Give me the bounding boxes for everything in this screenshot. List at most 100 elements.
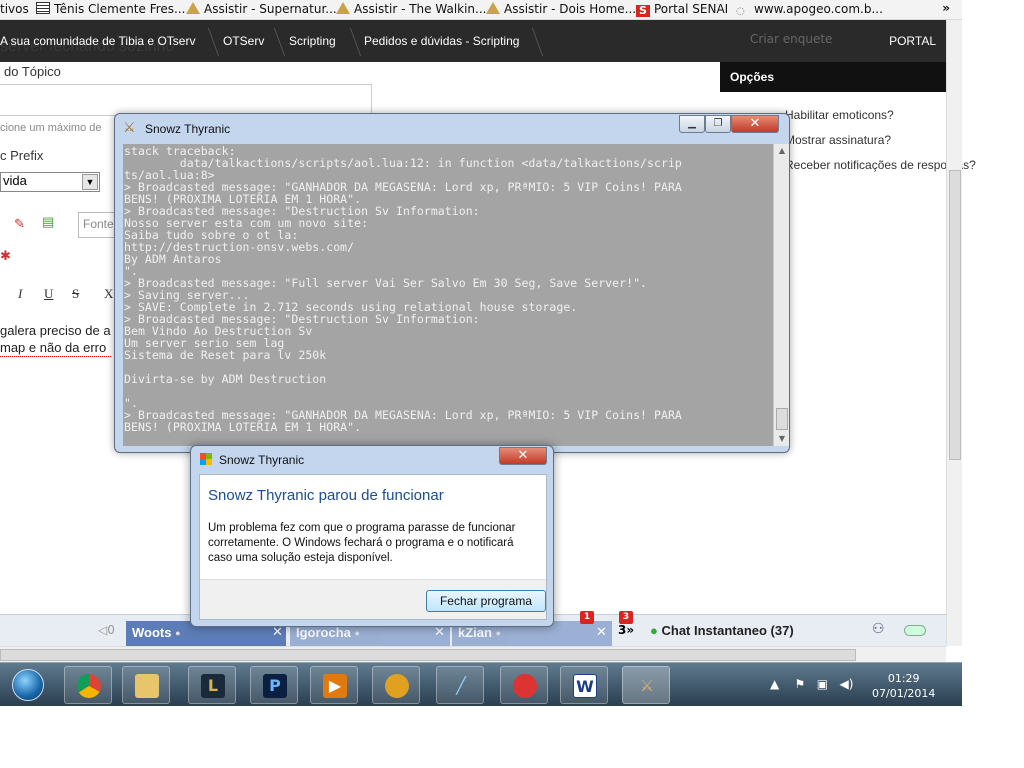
taskbar-chrome[interactable] bbox=[64, 666, 112, 704]
italic-button[interactable]: I bbox=[18, 286, 22, 302]
taskbar-league[interactable]: L bbox=[188, 666, 236, 704]
flag-icon[interactable]: ⚑ bbox=[795, 677, 806, 691]
pin-icon[interactable]: ✱ bbox=[0, 248, 11, 264]
bookmark-0[interactable]: tivos bbox=[0, 2, 29, 16]
bookmark-5[interactable]: S Portal SENAI bbox=[636, 2, 728, 17]
start-button[interactable] bbox=[8, 667, 48, 703]
scroll-thumb[interactable] bbox=[949, 170, 961, 460]
option-emoticons[interactable]: Habilitar emoticons? bbox=[785, 108, 894, 122]
breadcrumb-community[interactable]: A sua comunidade de Tibia e OTserv bbox=[0, 34, 195, 48]
clock[interactable]: 01:29 07/01/2014 bbox=[872, 671, 935, 701]
portal-link[interactable]: PORTAL bbox=[889, 34, 936, 48]
bookmark-label: Portal SENAI bbox=[654, 2, 729, 16]
volume-icon[interactable]: ◀) bbox=[840, 677, 854, 691]
bookmark-2[interactable]: Assistir - Supernatur... bbox=[186, 2, 337, 16]
close-icon[interactable]: ✕ bbox=[272, 625, 283, 640]
bookmark-3[interactable]: Assistir - The Walkin... bbox=[336, 2, 486, 16]
post-editor[interactable]: galera preciso de a map e não da erro bbox=[0, 322, 111, 357]
chevron-down-icon: ▼ bbox=[82, 174, 98, 190]
chrome-icon bbox=[77, 674, 101, 698]
taskbar-photoshop[interactable]: P bbox=[250, 666, 298, 704]
close-button[interactable]: ✕ bbox=[499, 447, 547, 465]
scroll-down-icon[interactable]: ▼ bbox=[774, 432, 790, 446]
breadcrumb-pedidos[interactable]: Pedidos e dúvidas - Scripting bbox=[364, 34, 519, 48]
chat-tab-name: Igorocha bbox=[296, 625, 351, 640]
breadcrumb-scripting[interactable]: Scripting bbox=[289, 34, 336, 48]
breadcrumb-separator bbox=[336, 28, 362, 56]
chat-tab-name: kZian bbox=[458, 625, 492, 640]
source-icon[interactable]: ▤ bbox=[42, 214, 54, 230]
strike-button[interactable]: S bbox=[72, 286, 79, 302]
console-scrollbar[interactable]: ▲ ▼ bbox=[773, 144, 789, 446]
error-dialog: Snowz Thyranic ✕ Snowz Thyranic parou de… bbox=[190, 445, 554, 627]
sword-icon: ⚔ bbox=[123, 120, 136, 136]
minimize-button[interactable]: ▁ bbox=[679, 115, 705, 133]
bookmark-label: www.apogeo.com.b... bbox=[754, 2, 883, 16]
online-user-icon: ● bbox=[650, 623, 658, 638]
console-text: stack traceback: data/talkactions/script… bbox=[124, 144, 682, 434]
taskbar-snowz[interactable]: ⚔ bbox=[622, 666, 670, 704]
scroll-thumb[interactable] bbox=[776, 408, 788, 430]
online-toggle[interactable] bbox=[904, 625, 926, 636]
chat-overflow-count: 3 bbox=[618, 623, 627, 637]
chat-count: 0 bbox=[107, 623, 115, 637]
page-vertical-scrollbar[interactable] bbox=[946, 20, 962, 646]
pokemon-icon bbox=[513, 674, 537, 698]
friends-icon[interactable]: ⚇ bbox=[872, 621, 885, 637]
taskbar-explorer[interactable] bbox=[122, 666, 170, 704]
taskbar-character[interactable] bbox=[372, 666, 420, 704]
forum-breadcrumb-bar: server fechando sozinho A sua comunidade… bbox=[0, 20, 720, 62]
close-program-button[interactable]: Fechar programa bbox=[426, 590, 546, 612]
scroll-up-icon[interactable]: ▲ bbox=[774, 144, 790, 158]
bookmark-1[interactable]: Tênis Clemente Fres... bbox=[36, 2, 185, 16]
taskbar-pokemon[interactable] bbox=[500, 666, 548, 704]
post-line: map e não da erro bbox=[0, 339, 111, 357]
sword-blue-icon: ╱ bbox=[456, 676, 466, 695]
create-poll-link[interactable]: Criar enquete bbox=[750, 32, 832, 46]
taskbar-blue-sword[interactable]: ╱ bbox=[436, 666, 484, 704]
notification-badge: 1 bbox=[580, 611, 594, 624]
bookmarks-overflow-button[interactable]: » bbox=[942, 1, 950, 15]
shield-icon bbox=[200, 453, 212, 465]
subscript-button[interactable]: X bbox=[104, 286, 113, 302]
error-dialog-body: Snowz Thyranic parou de funcionar Um pro… bbox=[199, 474, 547, 620]
eraser-icon[interactable]: ✎ bbox=[14, 216, 25, 232]
taskbar-media[interactable]: ▶ bbox=[310, 666, 358, 704]
chat-history-button[interactable]: ◁0 bbox=[98, 623, 115, 637]
close-icon[interactable]: ✕ bbox=[596, 625, 607, 640]
clock-time: 01:29 bbox=[887, 672, 920, 685]
chat-overflow-button[interactable]: 3» bbox=[618, 623, 634, 637]
close-icon[interactable]: ✕ bbox=[434, 625, 445, 640]
right-nav-bar: Criar enquete PORTAL bbox=[720, 20, 946, 62]
windows-logo-icon bbox=[12, 669, 44, 701]
taskbar-word[interactable]: W bbox=[560, 666, 608, 704]
show-hidden-icons-icon[interactable]: ▲ bbox=[770, 677, 779, 691]
sword-icon: ⚔ bbox=[639, 676, 655, 695]
close-button[interactable]: ✕ bbox=[731, 115, 779, 133]
breadcrumb-separator bbox=[194, 28, 220, 56]
loading-icon: ◌ bbox=[736, 6, 745, 17]
topic-title-input[interactable] bbox=[0, 84, 372, 116]
console-output[interactable]: stack traceback: data/talkactions/script… bbox=[123, 144, 773, 446]
prefix-label: c Prefix bbox=[0, 148, 44, 163]
error-message: Um problema fez com que o programa paras… bbox=[208, 522, 516, 564]
senai-icon: S bbox=[636, 5, 650, 17]
network-icon[interactable]: ▣ bbox=[817, 677, 828, 691]
chat-title[interactable]: ● Chat Instantaneo (37) bbox=[650, 623, 794, 638]
error-dialog-footer: Fechar programa bbox=[200, 579, 546, 619]
underline-button[interactable]: U bbox=[44, 286, 53, 302]
console-window-title: Snowz Thyranic bbox=[145, 122, 231, 136]
post-line: galera preciso de a bbox=[0, 323, 111, 338]
status-dot-icon: ● bbox=[354, 628, 360, 638]
breadcrumb-otserv[interactable]: OTServ bbox=[223, 34, 264, 48]
page-horizontal-scrollbar[interactable] bbox=[0, 646, 946, 662]
prefix-select[interactable]: vida ▼ bbox=[0, 172, 100, 192]
option-signature[interactable]: Mostrar assinatura? bbox=[785, 133, 891, 147]
scroll-thumb[interactable] bbox=[0, 649, 856, 661]
character-icon bbox=[385, 674, 409, 698]
bookmark-6[interactable]: ◌ www.apogeo.com.b... bbox=[736, 2, 883, 18]
maximize-button[interactable]: ❐ bbox=[705, 115, 731, 133]
document-icon bbox=[36, 2, 50, 14]
figure-icon bbox=[486, 2, 500, 14]
bookmark-4[interactable]: Assistir - Dois Home... bbox=[486, 2, 636, 16]
